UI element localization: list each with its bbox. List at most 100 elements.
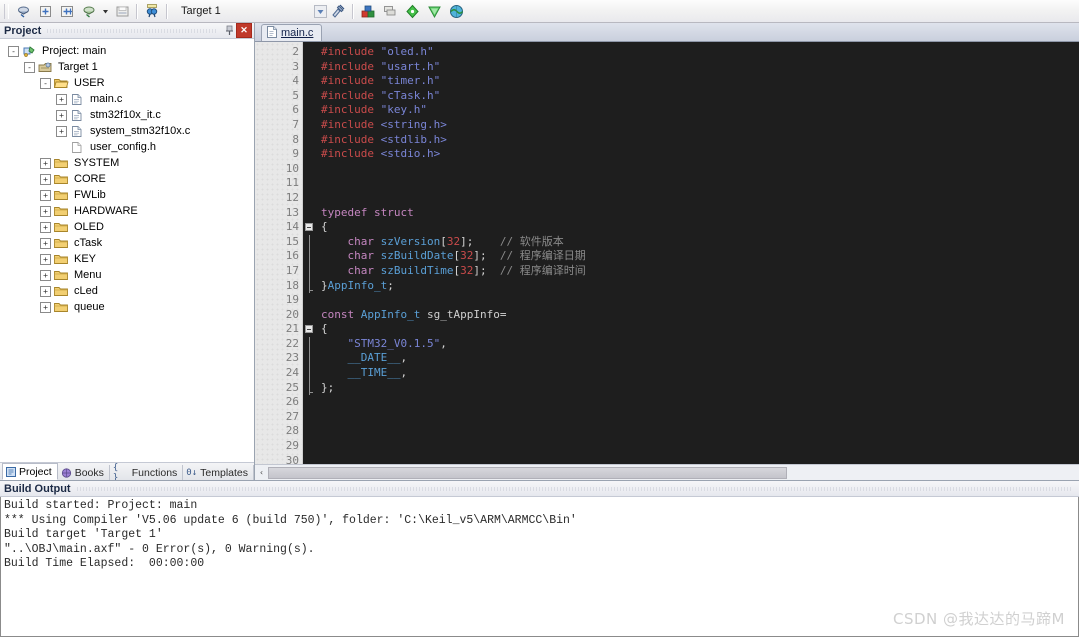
tree-item-queue[interactable]: + queue	[0, 299, 254, 315]
bookmark-icon[interactable]	[423, 1, 445, 22]
tree-item-user[interactable]: - USER	[0, 75, 254, 91]
expand-toggle-icon[interactable]: +	[40, 269, 51, 281]
tree-item-label: cTask	[74, 237, 103, 249]
panel-tab-label: Books	[74, 466, 104, 479]
code-token-cmt: // 软件版本	[499, 234, 564, 248]
expand-toggle-icon[interactable]: +	[40, 221, 51, 233]
tree-item-core[interactable]: + CORE	[0, 171, 254, 187]
folder-icon	[54, 221, 69, 234]
build-output-title-bar: Build Output	[0, 481, 1079, 497]
tree-item-cled[interactable]: + cLed	[0, 283, 254, 299]
tree-item-main-c[interactable]: + main.c	[0, 91, 254, 107]
expand-toggle-icon[interactable]: +	[56, 125, 67, 137]
tree-item-hardware[interactable]: + HARDWARE	[0, 203, 254, 219]
print-icon[interactable]	[111, 1, 133, 22]
fold-guide-line	[308, 263, 310, 279]
code-line: {	[317, 220, 1079, 235]
collapse-toggle-icon[interactable]: -	[8, 45, 19, 57]
expand-toggle-icon[interactable]: +	[56, 109, 67, 121]
expand-toggle-icon[interactable]: +	[40, 205, 51, 217]
toolbar-dropdown-arrow-icon[interactable]	[100, 1, 111, 22]
templates-tab-icon: 0↓	[186, 467, 198, 478]
c-file-icon	[70, 93, 85, 106]
tree-item-label: Target 1	[58, 61, 98, 73]
code-token-str: "key.h"	[380, 103, 427, 117]
tree-item-oled[interactable]: + OLED	[0, 219, 254, 235]
build-icon[interactable]	[357, 1, 379, 22]
toolbar-grip[interactable]	[4, 3, 9, 19]
panel-tab-books[interactable]: Books	[58, 465, 110, 480]
tree-item-ctask[interactable]: + cTask	[0, 235, 254, 251]
panel-tab-functions[interactable]: { } Functions	[110, 463, 184, 483]
panel-tab-project[interactable]: Project	[2, 463, 58, 480]
tree-item-system[interactable]: + SYSTEM	[0, 155, 254, 171]
tree-item-fwlib[interactable]: + FWLib	[0, 187, 254, 203]
rebuild-icon[interactable]	[379, 1, 401, 22]
expand-toggle-icon[interactable]: +	[40, 285, 51, 297]
debug-icon[interactable]	[401, 1, 423, 22]
expand-toggle-icon[interactable]: +	[40, 237, 51, 249]
scrollbar-thumb[interactable]	[268, 466, 788, 479]
editor-tab-main-c[interactable]: main.c	[261, 24, 323, 41]
code-editor[interactable]: 2 3 4 5 6 7 8 9 10 11 12 13 14 15 16 17 18 19 20 21 22 23 24 25…	[255, 42, 1079, 464]
code-text-area[interactable]: #include "oled.h" #include "usart.h" #incl…	[317, 42, 1079, 464]
code-token-punc: }	[321, 278, 328, 292]
expand-toggle-icon[interactable]: +	[40, 253, 51, 265]
tree-item-stm32f10x-it-c[interactable]: + stm32f10x_it.c	[0, 107, 254, 123]
code-line: #include <stdlib.h>	[317, 133, 1079, 148]
fold-column[interactable]	[303, 42, 317, 464]
target-options-icon[interactable]	[327, 1, 349, 22]
fold-cell[interactable]	[303, 220, 317, 235]
line-number: 5	[292, 88, 299, 102]
expand-toggle-icon[interactable]: +	[40, 173, 51, 185]
save-icon[interactable]	[56, 1, 78, 22]
line-number: 14	[285, 220, 299, 234]
tree-item-label: USER	[74, 77, 105, 89]
toolbar-separator-2	[166, 3, 168, 19]
editor-horizontal-scrollbar[interactable]: ‹	[255, 464, 1079, 480]
build-output-title: Build Output	[4, 482, 71, 495]
build-title-dots	[76, 486, 1073, 491]
pin-icon[interactable]	[223, 24, 236, 37]
fold-guide-line-end	[308, 278, 313, 294]
fold-guide-line	[308, 351, 310, 367]
fold-cell[interactable]	[303, 322, 317, 337]
code-line: }AppInfo_t;	[317, 279, 1079, 294]
fold-collapse-icon[interactable]	[305, 223, 313, 232]
close-icon[interactable]: ✕	[236, 23, 252, 38]
chevron-down-icon[interactable]	[313, 4, 327, 19]
code-token-punc: ];	[473, 263, 487, 277]
tree-item-target-1[interactable]: - Target 1	[0, 59, 254, 75]
code-token-punc	[321, 351, 348, 364]
open-file-icon[interactable]	[34, 1, 56, 22]
scroll-left-arrow-icon[interactable]: ‹	[255, 466, 268, 479]
editor-tab-label: main.c	[281, 27, 314, 39]
tree-item-label: SYSTEM	[74, 157, 120, 169]
keil-uvision-window: Target 1 Project ✕ - Project: main - Tar…	[0, 0, 1079, 637]
expand-toggle-icon[interactable]: +	[40, 189, 51, 201]
tree-item-system-stm32f10x-c[interactable]: + system_stm32f10x.c	[0, 123, 254, 139]
expand-toggle-icon[interactable]: +	[40, 301, 51, 313]
line-number: 3	[292, 59, 299, 73]
code-token-pre: #include	[321, 45, 381, 58]
tree-item-menu[interactable]: + Menu	[0, 267, 254, 283]
expand-toggle-icon[interactable]: +	[56, 93, 67, 105]
code-token-punc: ];	[460, 234, 474, 248]
code-token-num: 32	[460, 249, 474, 263]
collapse-toggle-icon[interactable]: -	[24, 61, 35, 73]
tree-item-project-main[interactable]: - Project: main	[0, 43, 254, 59]
manage-icon[interactable]	[445, 1, 467, 22]
save-all-icon[interactable]	[78, 1, 100, 22]
collapse-toggle-icon[interactable]: -	[40, 77, 51, 89]
new-file-icon[interactable]	[12, 1, 34, 22]
target-selector[interactable]: Target 1	[177, 3, 277, 19]
panel-tab-templates[interactable]: 0↓ Templates	[183, 465, 254, 480]
tree-item-key[interactable]: + KEY	[0, 251, 254, 267]
translate-icon[interactable]	[141, 1, 163, 22]
expand-toggle-icon[interactable]: +	[40, 157, 51, 169]
code-token-punc: {	[321, 220, 328, 234]
tree-item-user-config-h[interactable]: user_config.h	[0, 139, 254, 155]
project-tree[interactable]: - Project: main - Target 1- USER + main.c + stm3…	[0, 39, 254, 462]
code-token-pre: #include	[321, 117, 381, 131]
fold-collapse-icon[interactable]	[305, 325, 313, 334]
